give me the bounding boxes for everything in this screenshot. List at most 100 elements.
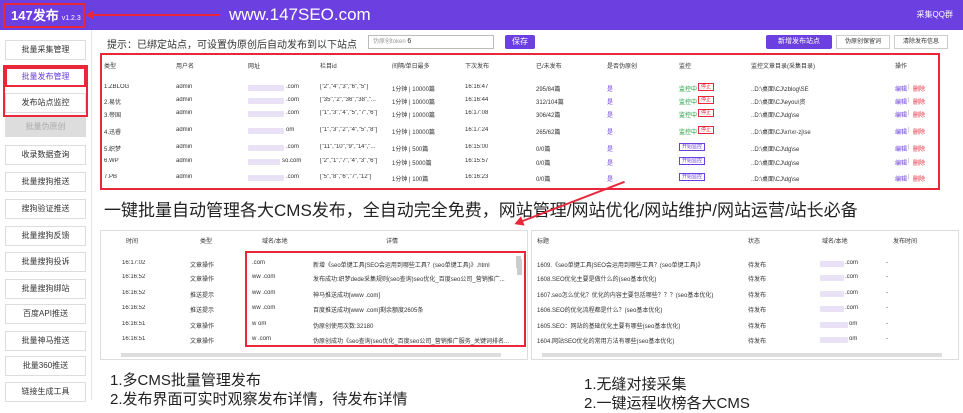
site-url[interactable]: so.com bbox=[282, 158, 301, 164]
delete-link[interactable]: 删除 bbox=[913, 97, 925, 106]
delete-link[interactable]: 删除 bbox=[913, 174, 925, 183]
arrow-annotation bbox=[86, 10, 220, 20]
sidebar-item[interactable]: 收录数据查询 bbox=[5, 145, 86, 165]
monitor-status: 监控中 bbox=[679, 130, 698, 136]
clear-info-button[interactable]: 清除发布信息 bbox=[894, 35, 948, 49]
site-url[interactable]: om bbox=[286, 127, 294, 133]
article-domain: .com bbox=[845, 260, 859, 266]
sidebar-item[interactable]: 批量伪原创 bbox=[5, 117, 86, 137]
site-url[interactable]: .com bbox=[286, 110, 299, 116]
site-pseudo: 是 bbox=[607, 130, 614, 136]
log-h-scrollbar[interactable] bbox=[121, 353, 501, 357]
edit-link[interactable]: 编辑 bbox=[895, 127, 907, 136]
sidebar-item[interactable]: 批量采集管理 bbox=[5, 40, 86, 60]
stop-button[interactable]: 停止 bbox=[698, 126, 715, 134]
sidebar-item[interactable]: 链接生成工具 bbox=[5, 382, 86, 402]
monitor-dir: ..D:\桌面\CJ\eyou\资 bbox=[751, 100, 806, 106]
log-time: 16:16:52 bbox=[122, 290, 146, 296]
site-url[interactable]: .com bbox=[286, 97, 299, 103]
sites-header-cell: 已/未发布 bbox=[536, 64, 562, 70]
article-title[interactable]: 1606.SEO的优化流程都是什么？(seo基本优化) bbox=[537, 305, 742, 314]
article-title[interactable]: 1608.SEO优化主要是做什么的(seo基本优化) bbox=[537, 274, 742, 283]
site-pseudo: 是 bbox=[607, 147, 614, 153]
start-monitor-button[interactable]: 开始监控 bbox=[679, 157, 706, 165]
sites-header-cell: 是否伪原创 bbox=[607, 64, 638, 70]
delete-link[interactable]: 删除 bbox=[913, 144, 925, 153]
site-user: admin bbox=[176, 97, 193, 103]
sidebar-item[interactable]: 批量搜狗绑站 bbox=[5, 279, 86, 299]
sidebar-item[interactable]: 搜狗验证推送 bbox=[5, 199, 86, 219]
stop-button[interactable]: 停止 bbox=[698, 83, 715, 91]
article-title[interactable]: 1604.网站SEO优化的常用方法有哪些(seo基本优化) bbox=[537, 336, 742, 345]
sidebar-item[interactable]: 批量神马推送 bbox=[5, 331, 86, 351]
edit-link[interactable]: 编辑 bbox=[895, 158, 907, 167]
domain-mask bbox=[820, 261, 844, 267]
separator: | bbox=[908, 158, 910, 164]
sidebar-item[interactable]: 批量360推送 bbox=[5, 356, 86, 376]
app-logo[interactable]: 147发布 v1.2.3 bbox=[3, 3, 85, 28]
stop-button[interactable]: 停止 bbox=[698, 109, 715, 117]
sidebar-item[interactable]: 发布站点监控 bbox=[5, 93, 86, 113]
sites-header-cell: 用户名 bbox=[176, 64, 195, 70]
site-count: 312/104篇 bbox=[536, 100, 564, 106]
bottom-right-line1: 1.无缝对接采集 bbox=[584, 376, 687, 393]
site-interval: 1分钟 | 10000篇 bbox=[392, 113, 435, 119]
article-time: - bbox=[886, 274, 888, 280]
site-next: 16:17:08 bbox=[465, 110, 489, 116]
site-pseudo: 是 bbox=[607, 87, 614, 93]
article-title[interactable]: 1609.《seo单键工具|SEO会运用到哪些工具？(seo单键工具)》 bbox=[537, 260, 742, 269]
separator: | bbox=[908, 84, 910, 90]
site-type: 7.PB bbox=[104, 174, 118, 180]
article-time: - bbox=[886, 336, 888, 342]
delete-link[interactable]: 删除 bbox=[913, 110, 925, 119]
stop-button[interactable]: 停止 bbox=[698, 96, 715, 104]
log-time: 16:16:52 bbox=[122, 274, 146, 280]
article-time: - bbox=[886, 305, 888, 311]
site-url[interactable]: .com bbox=[286, 174, 299, 180]
log-type: 文章操作 bbox=[190, 277, 215, 283]
log-domain: ww .com bbox=[252, 290, 276, 296]
log-scroll-thumb[interactable] bbox=[516, 256, 521, 268]
site-columns: ["2","4","3","6","5"] bbox=[320, 84, 368, 90]
start-monitor-button[interactable]: 开始监控 bbox=[679, 173, 706, 181]
article-title[interactable]: 1605.SEO：网站的基础优化主要有哪些(seo基本优化) bbox=[537, 321, 742, 330]
tip-text: 提示：已绑定站点，可设置伪原创后自动发布到以下站点 bbox=[107, 40, 357, 51]
sidebar-item[interactable]: 百度API推送 bbox=[5, 304, 86, 324]
save-button[interactable]: 保存 bbox=[505, 35, 535, 49]
site-url[interactable]: .com bbox=[286, 84, 299, 90]
site-pseudo: 是 bbox=[607, 113, 614, 119]
delete-link[interactable]: 删除 bbox=[913, 158, 925, 167]
domain-mask bbox=[820, 337, 848, 343]
start-monitor-button[interactable]: 开始监控 bbox=[679, 143, 706, 151]
token-input[interactable]: 伪原创token 6 bbox=[368, 35, 494, 49]
site-url: www.147SEO.com bbox=[229, 5, 371, 24]
edit-link[interactable]: 编辑 bbox=[895, 84, 907, 93]
article-status: 待发布 bbox=[748, 308, 767, 314]
article-h-scrollbar[interactable] bbox=[542, 353, 942, 357]
site-interval: 1分钟 | 10000篇 bbox=[392, 87, 435, 93]
edit-link[interactable]: 编辑 bbox=[895, 174, 907, 183]
sidebar-item[interactable]: 批量搜狗推送 bbox=[5, 172, 86, 192]
site-count: 265/62篇 bbox=[536, 130, 561, 136]
site-interval: 1分钟 | 10000篇 bbox=[392, 130, 435, 136]
logo-text: 147发布 bbox=[11, 8, 59, 23]
edit-link[interactable]: 编辑 bbox=[895, 110, 907, 119]
new-site-button[interactable]: 新增发布站点 bbox=[766, 35, 832, 49]
sidebar-item[interactable]: 批量搜狗反馈 bbox=[5, 226, 86, 246]
edit-link[interactable]: 编辑 bbox=[895, 144, 907, 153]
log-domain: w .com bbox=[252, 336, 272, 342]
site-pseudo: 是 bbox=[607, 161, 614, 167]
edit-link[interactable]: 编辑 bbox=[895, 97, 907, 106]
url-mask bbox=[248, 128, 284, 134]
pseudo-keep-button[interactable]: 伪原创保留词 bbox=[836, 35, 890, 49]
qq-group-link[interactable]: 采集QQ群 bbox=[917, 9, 953, 20]
site-url[interactable]: .com bbox=[286, 144, 299, 150]
site-user: admin bbox=[176, 127, 193, 133]
article-title[interactable]: 1607.seo怎么优化？优化的内容主要包括哪些？？？(seo基本优化) bbox=[537, 290, 742, 299]
site-type: 2.易优 bbox=[104, 100, 122, 106]
sidebar-item[interactable]: 批量搜狗投诉 bbox=[5, 252, 86, 272]
delete-link[interactable]: 删除 bbox=[913, 84, 925, 93]
delete-link[interactable]: 删除 bbox=[913, 127, 925, 136]
monitor-dir: ..D:\桌面\CJ\xr\xr-zj\se bbox=[751, 130, 811, 136]
sidebar-item[interactable]: 批量发布管理 bbox=[5, 67, 86, 87]
